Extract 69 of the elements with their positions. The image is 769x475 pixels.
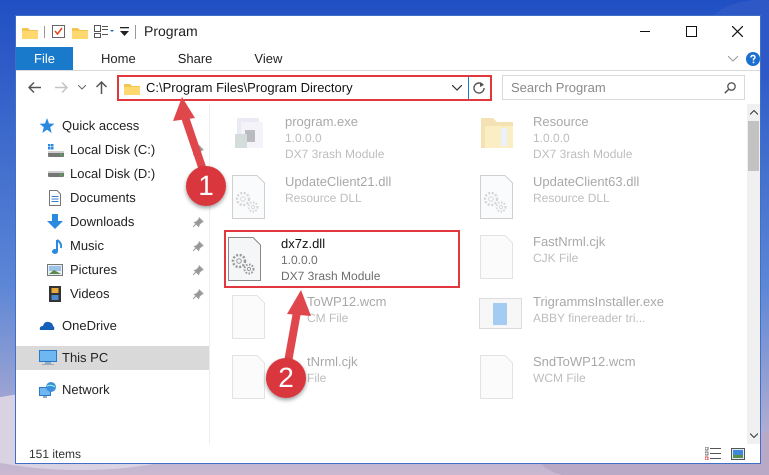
chevron-down-icon[interactable]: [750, 433, 758, 438]
customize-toolbar-icon: [120, 27, 129, 36]
star-icon: [39, 118, 57, 134]
computer-icon: [39, 350, 57, 366]
nav-item[interactable]: Videos: [16, 282, 209, 306]
nav-item[interactable]: OneDrive: [16, 314, 121, 338]
file-name: ToWP12.wcm: [307, 294, 386, 310]
file-name: tNrml.cjk: [307, 354, 358, 370]
file-name: program.exe: [285, 114, 359, 130]
nav-item[interactable]: Network: [16, 378, 114, 402]
chevron-up-icon[interactable]: [750, 110, 758, 115]
nav-item[interactable]: Local Disk (D:): [16, 162, 160, 186]
file-detail: Resource DLL: [533, 190, 611, 206]
file-detail: WCM File: [533, 370, 587, 386]
file-name: TrigrammsInstaller.exe: [533, 294, 664, 310]
item-count: 151 items: [29, 446, 82, 462]
maximize-icon: [686, 26, 696, 37]
up-arrow-icon[interactable]: [96, 81, 107, 94]
picture-icon: [47, 262, 65, 278]
nav-item[interactable]: Music: [16, 234, 209, 258]
chevron-down-icon: [452, 84, 462, 90]
refresh-icon: [473, 81, 486, 94]
file-detail: DX7 3rash Module: [533, 146, 632, 162]
file-detail: File: [307, 370, 328, 386]
large-icons-view-icon[interactable]: [731, 448, 745, 460]
minimize-icon: [640, 31, 650, 32]
download-arrow-icon: [47, 214, 65, 230]
drive-icon: [48, 171, 64, 177]
scrollbar[interactable]: [747, 104, 760, 444]
file-detail: 1.0.0.0: [285, 130, 323, 146]
address-bar[interactable]: C:\Program Files\Program Directory: [117, 74, 492, 100]
file-detail: Resource DLL: [285, 190, 363, 206]
address-path: C:\Program Files\Program Directory: [146, 78, 353, 97]
nav-item[interactable]: Downloads: [16, 210, 209, 234]
file-detail: DX7 3rash Module: [285, 146, 384, 162]
nav-item[interactable]: This PC: [16, 346, 209, 370]
nav-item[interactable]: Pictures: [16, 258, 209, 282]
ribbon-tab[interactable]: View: [240, 47, 296, 70]
window-title: Program: [144, 22, 198, 41]
back-arrow-icon[interactable]: [28, 82, 41, 93]
ribbon-tab[interactable]: File: [16, 47, 73, 70]
file-name: SndToWP12.wcm: [533, 354, 636, 370]
checkbox-icon: [51, 24, 66, 39]
highlighted-file-tile[interactable]: dx7z.dll 1.0.0.0 DX7 3rash Module: [224, 230, 460, 288]
network-icon: [39, 382, 57, 398]
file-name: UpdateClient21.dll: [285, 174, 392, 190]
ribbon-tab[interactable]: Home: [87, 47, 150, 70]
file-detail: 1.0.0.0: [281, 252, 319, 268]
file-detail: CJK File: [533, 250, 580, 266]
ribbon-tab[interactable]: Share: [164, 47, 226, 70]
file-name: Resource: [533, 114, 590, 130]
file-detail: CM File: [307, 310, 350, 326]
file-detail: ABBY finereader tri...: [533, 310, 646, 326]
file-detail: 1.0.0.0: [533, 130, 571, 146]
properties-icon: [94, 24, 114, 39]
music-note-icon: [50, 238, 62, 254]
scrollbar-thumb[interactable]: [748, 121, 759, 171]
nav-item[interactable]: Documents: [16, 186, 140, 210]
file-name: dx7z.dll: [281, 236, 326, 252]
drive-icon: [48, 144, 64, 156]
close-icon: [732, 26, 742, 37]
details-view-icon[interactable]: [705, 447, 721, 460]
file-detail: DX7 3rash Module: [281, 268, 380, 284]
nav-item[interactable]: Quick access: [16, 114, 144, 138]
search-icon: [724, 82, 736, 94]
help-icon[interactable]: [746, 52, 760, 66]
chevron-down-icon[interactable]: [78, 85, 86, 90]
file-name: FastNrml.cjk: [533, 234, 606, 250]
file-name: UpdateClient63.dll: [533, 174, 640, 190]
